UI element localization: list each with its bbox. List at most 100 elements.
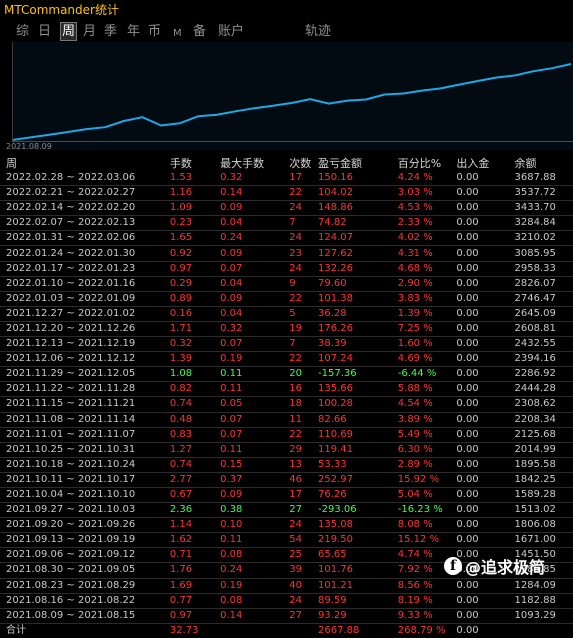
tab-9[interactable]: 账户 (218, 23, 244, 40)
balance-chart-svg (11, 63, 572, 141)
table-row[interactable]: 2021.12.06 ~ 2021.12.12 1.39 0.19 22 107.24 4… (0, 351, 573, 368)
tab-2[interactable]: 周 (60, 22, 78, 41)
table-row[interactable]: 2022.02.14 ~ 2022.02.20 1.09 0.09 24 148.86 4… (0, 200, 573, 217)
column-header-7[interactable]: 余额 (515, 156, 573, 171)
cell-week: 2021.10.11 ~ 2021.10.17 (0, 472, 170, 488)
watermark-text: @追求极简 (465, 558, 546, 577)
cell-pnl: 101.76 (318, 562, 398, 579)
cell-pct: 1.60 % (397, 336, 457, 353)
tab-6[interactable]: 币 (148, 23, 161, 40)
table-row[interactable]: 2021.09.27 ~ 2021.10.03 2.36 0.38 27 -293.06… (0, 502, 573, 519)
table-row[interactable]: 2021.12.13 ~ 2021.12.19 0.32 0.07 7 38.39 1.6… (0, 336, 573, 353)
table-row[interactable]: 2022.01.03 ~ 2022.01.09 0.89 0.09 22 101.38 3… (0, 291, 573, 307)
cell-balance: 2645.09 (514, 306, 573, 322)
watermark: f @追求极简 (444, 555, 545, 577)
tab-10[interactable]: 轨迹 (305, 23, 331, 40)
cell-max_lots: 0.09 (220, 291, 290, 307)
table-row[interactable]: 2022.01.24 ~ 2022.01.30 0.92 0.09 23 127.62 4… (0, 245, 573, 262)
cell-week: 2021.09.06 ~ 2021.09.12 (0, 547, 170, 564)
cell-count: 18 (289, 396, 318, 413)
cell-max_lots: 0.10 (220, 517, 290, 534)
cell-count: 40 (289, 578, 318, 594)
column-header-6[interactable]: 出入金 (456, 156, 514, 171)
table-row[interactable]: 2021.11.22 ~ 2021.11.28 0.82 0.11 16 135.66 5… (0, 381, 573, 398)
tab-8[interactable]: 备 (193, 23, 206, 40)
table-row[interactable]: 2021.10.04 ~ 2021.10.10 0.67 0.09 17 76.26 5.… (0, 487, 573, 504)
tab-7[interactable]: M (173, 25, 182, 42)
tab-3[interactable]: 月 (83, 23, 96, 40)
tab-0[interactable]: 综 (16, 23, 29, 40)
table-row[interactable]: 2021.10.25 ~ 2021.10.31 1.27 0.11 29 119.41 6… (0, 442, 573, 458)
cell-pct: 5.49 % (397, 427, 457, 443)
cell-max_lots: 0.24 (220, 562, 290, 579)
cell-pct: 4.54 % (397, 396, 457, 413)
table-row[interactable]: 2021.12.20 ~ 2021.12.26 1.71 0.32 19 176.26 7… (0, 321, 573, 338)
table-row[interactable]: 2021.10.11 ~ 2021.10.17 2.77 0.37 46 252.97 1… (0, 472, 573, 488)
tab-5[interactable]: 年 (127, 23, 140, 40)
cell-max_lots: 0.04 (220, 306, 290, 322)
cell-pct: 3.83 % (397, 291, 457, 307)
table-row[interactable]: 2021.08.09 ~ 2021.08.15 0.97 0.14 27 93.29 9.… (0, 608, 573, 624)
chart-start-label: 2021.08.09 (6, 142, 52, 151)
cell-io: 0.00 (456, 412, 515, 428)
table-row[interactable]: 2022.02.21 ~ 2022.02.27 1.16 0.14 22 104.02 3… (0, 185, 573, 202)
tab-1[interactable]: 日 (38, 23, 51, 40)
column-header-5[interactable]: 百分比% (398, 156, 457, 171)
cell-lots: 0.74 (169, 457, 221, 473)
table-row[interactable]: 2021.11.29 ~ 2021.12.05 1.08 0.11 20 -157.36… (0, 366, 573, 383)
cell-max_lots: 0.11 (220, 442, 290, 458)
cell-balance: 2746.47 (514, 291, 573, 307)
cell-pnl: 107.24 (318, 351, 398, 368)
cell-lots: 1.08 (169, 366, 221, 383)
cell-lots: 0.82 (169, 381, 221, 398)
cell-max_lots: 0.08 (220, 547, 290, 564)
cell-pnl: 76.26 (318, 487, 398, 504)
column-header-4[interactable]: 盈亏金额 (318, 156, 398, 171)
cell-io: 0.00 (456, 261, 515, 277)
cell-max_lots: 0.05 (220, 396, 290, 413)
cell-count: 46 (289, 472, 318, 488)
table-row[interactable]: 2022.01.17 ~ 2022.01.23 0.97 0.07 24 132.26 4… (0, 261, 573, 277)
table-row[interactable]: 2022.02.07 ~ 2022.02.13 0.23 0.04 7 74.82 2.3… (0, 215, 573, 232)
cell-lots: 1.65 (169, 230, 221, 247)
cell-pnl: 135.66 (318, 381, 398, 398)
cell-pnl: 101.38 (318, 291, 398, 307)
cell-count: 5 (289, 306, 318, 322)
cell-pct: 4.69 % (397, 351, 457, 368)
column-header-1[interactable]: 手数 (170, 156, 220, 171)
column-header-2[interactable]: 最大手数 (220, 156, 289, 171)
table-row[interactable]: 2021.11.01 ~ 2021.11.07 0.83 0.07 22 110.69 5… (0, 427, 573, 443)
cell-lots: 0.92 (169, 245, 221, 262)
cell-pnl: 100.28 (318, 396, 398, 413)
cell-week: 2021.12.20 ~ 2021.12.26 (0, 321, 170, 338)
cell-count: 22 (289, 351, 318, 368)
table-row[interactable]: 2021.11.15 ~ 2021.11.21 0.74 0.05 18 100.28 4… (0, 396, 573, 413)
cell-lots: 1.14 (169, 517, 221, 534)
table-row[interactable]: 2021.08.23 ~ 2021.08.29 1.69 0.19 40 101.21 8… (0, 578, 573, 594)
cell-count: 29 (289, 442, 318, 458)
column-header-3[interactable]: 次数 (289, 156, 318, 171)
cell-pnl: 132.26 (318, 261, 398, 277)
table-row[interactable]: 2021.09.20 ~ 2021.09.26 1.14 0.10 24 135.08 8… (0, 517, 573, 534)
table-row[interactable]: 2022.02.28 ~ 2022.03.06 1.53 0.32 17 150.16 4… (0, 171, 573, 187)
table-row[interactable]: 2021.11.08 ~ 2021.11.14 0.48 0.07 11 82.66 3.… (0, 412, 573, 428)
table-row[interactable]: 2021.10.18 ~ 2021.10.24 0.74 0.15 13 53.33 2.… (0, 457, 573, 473)
cell-io: 0.00 (456, 366, 515, 383)
table-row[interactable]: 2021.09.13 ~ 2021.09.19 1.62 0.11 54 219.50 1… (0, 532, 573, 549)
total-pnl: 2667.88 (318, 622, 398, 638)
cell-week: 2022.02.14 ~ 2022.02.20 (0, 200, 170, 217)
cell-count: 23 (289, 245, 318, 262)
cell-max_lots: 0.07 (220, 261, 290, 277)
cell-count: 27 (289, 502, 318, 519)
cell-pnl: 124.07 (318, 230, 398, 247)
column-header-0[interactable]: 周 (0, 156, 170, 171)
tab-4[interactable]: 季 (104, 23, 117, 40)
cell-week: 2021.10.04 ~ 2021.10.10 (0, 487, 170, 504)
cell-lots: 1.16 (169, 185, 221, 202)
table-row[interactable]: 2022.01.10 ~ 2022.01.16 0.29 0.04 9 79.60 2.9… (0, 276, 573, 292)
cell-pnl: 127.62 (318, 245, 398, 262)
table-row[interactable]: 2022.01.31 ~ 2022.02.06 1.65 0.24 24 124.07 4… (0, 230, 573, 247)
cell-lots: 0.32 (169, 336, 221, 353)
total-pct: 268.79 % (397, 622, 457, 638)
table-row[interactable]: 2021.12.27 ~ 2022.01.02 0.16 0.04 5 36.28 1.3… (0, 306, 573, 322)
